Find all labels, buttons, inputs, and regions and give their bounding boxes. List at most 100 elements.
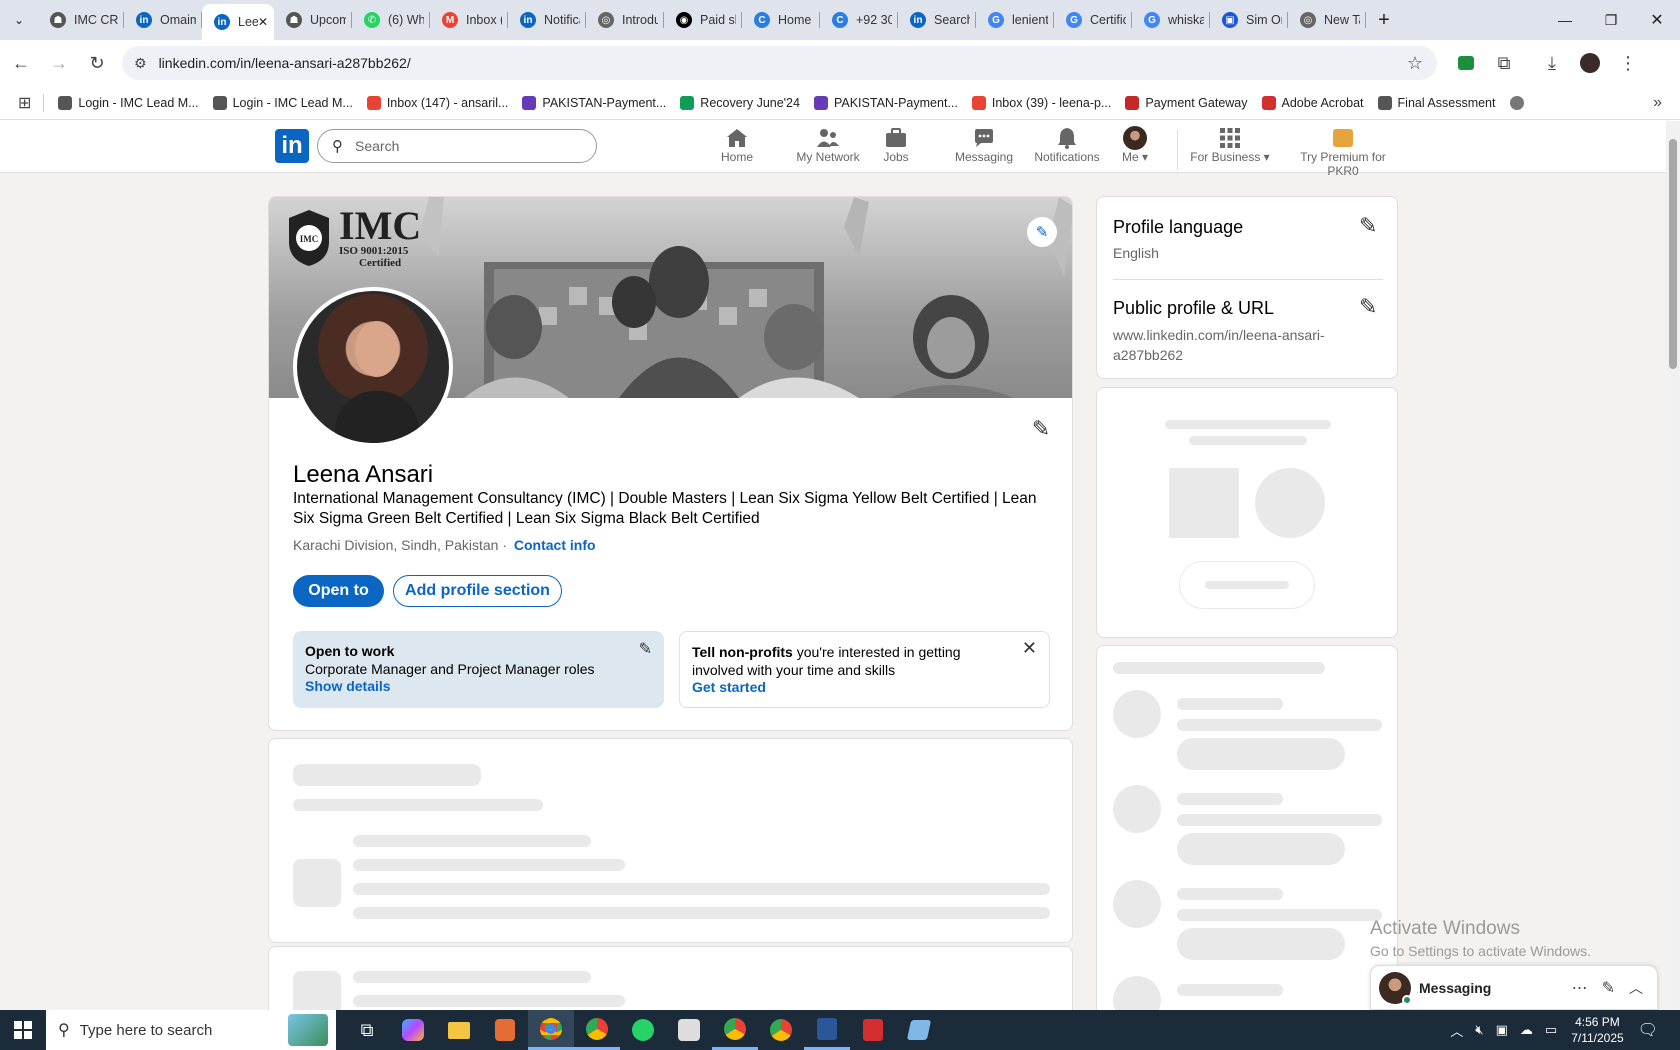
more-bookmarks-icon[interactable]: » <box>1653 94 1662 112</box>
browser-tab[interactable]: ✆ (6) WhatsApp <box>352 0 430 40</box>
clock-app-icon[interactable] <box>666 1010 712 1050</box>
nav-jobs[interactable]: Jobs <box>876 126 916 164</box>
task-view-icon[interactable]: ⧉ <box>344 1010 390 1050</box>
chrome-icon[interactable] <box>528 1010 574 1050</box>
close-window-button[interactable]: ✕ <box>1634 0 1680 40</box>
browser-tab[interactable]: in Notifications <box>508 0 586 40</box>
try-premium-link[interactable]: Try Premium for PKR0 <box>1283 126 1403 178</box>
new-tab-button[interactable]: + <box>1366 0 1402 40</box>
browser-tab[interactable]: C Home <box>742 0 820 40</box>
bookmark-item[interactable]: Inbox (147) - ansaril... <box>366 95 508 110</box>
browser-tab[interactable]: ◎ New Tab <box>1288 0 1366 40</box>
nav-home[interactable]: Home <box>712 126 762 164</box>
nav-messaging[interactable]: Messaging <box>942 126 1026 164</box>
browser-tab[interactable]: G Certificate <box>1054 0 1132 40</box>
tab-search-icon[interactable]: ⌄ <box>0 0 38 40</box>
chrome-icon[interactable] <box>574 1010 620 1050</box>
np-get-started-link[interactable]: Get started <box>692 679 1037 697</box>
scrollbar-thumb[interactable] <box>1669 139 1677 369</box>
notifications-icon[interactable]: 🗨︎ <box>1638 1020 1658 1040</box>
browser-tab[interactable]: M Inbox ( <box>430 0 508 40</box>
back-icon[interactable]: ← <box>4 46 38 80</box>
bookmark-item[interactable]: Login - IMC Lead M... <box>58 95 199 110</box>
bookmark-item[interactable]: Login - IMC Lead M... <box>212 95 353 110</box>
bookmark-star-icon[interactable]: ☆ <box>1407 53 1423 74</box>
copilot-icon[interactable] <box>390 1010 436 1050</box>
camera-icon[interactable]: ▣ <box>1496 1022 1508 1038</box>
clock[interactable]: 4:56 PM 7/11/2025 <box>1571 1014 1624 1046</box>
more-options-icon[interactable]: ⋯ <box>1572 978 1588 998</box>
chrome-icon[interactable] <box>712 1010 758 1050</box>
downloads-icon[interactable]: ⤓ <box>1535 46 1569 80</box>
browser-tab-active[interactable]: in Leena✕ <box>202 4 274 40</box>
network-icon[interactable]: ▭ <box>1545 1022 1557 1038</box>
notes-app-icon[interactable] <box>896 1010 942 1050</box>
tab-favicon-icon: G <box>1144 12 1160 28</box>
for-business-menu[interactable]: For Business ▾ <box>1188 126 1272 164</box>
minimize-button[interactable]: — <box>1542 0 1588 40</box>
profile-photo[interactable] <box>293 287 453 447</box>
compose-icon[interactable]: ✎ <box>1602 978 1615 998</box>
whatsapp-icon[interactable] <box>620 1010 666 1050</box>
bookmark-item[interactable]: Final Assessment <box>1377 95 1496 110</box>
start-button[interactable] <box>0 1010 46 1050</box>
linkedin-logo[interactable]: in <box>275 129 309 163</box>
otw-show-details-link[interactable]: Show details <box>305 678 652 696</box>
browser-tab[interactable]: Glenient <box>976 0 1054 40</box>
app-icon[interactable] <box>482 1010 528 1050</box>
cloud-icon[interactable]: ☁ <box>1520 1022 1533 1038</box>
file-explorer-icon[interactable] <box>436 1010 482 1050</box>
bookmark-item[interactable]: Adobe Acrobat <box>1261 95 1364 110</box>
nav-notifications[interactable]: Notifications <box>1018 126 1116 164</box>
search-input[interactable]: ⚲ Search <box>317 129 597 163</box>
extensions-icon[interactable]: ⧉ <box>1487 46 1521 80</box>
apps-grid-icon[interactable]: ⊞ <box>18 93 31 113</box>
bookmark-overflow-icon[interactable] <box>1509 95 1524 110</box>
bookmark-item[interactable]: Payment Gateway <box>1125 95 1248 110</box>
chrome-menu-icon[interactable]: ⋮ <box>1611 46 1645 80</box>
address-bar[interactable]: ⚙ linkedin.com/in/leena-ansari-a287bb262… <box>122 46 1437 80</box>
forward-icon[interactable]: → <box>42 46 76 80</box>
browser-tab[interactable]: ☗ IMC CRM <box>38 0 124 40</box>
profile-avatar[interactable] <box>1573 46 1607 80</box>
nav-my-network[interactable]: My Network <box>778 126 878 164</box>
edit-language-button[interactable]: ✎ <box>1359 213 1377 239</box>
browser-tab[interactable]: ◎ Introduction <box>586 0 664 40</box>
messaging-overlay[interactable]: Messaging ⋯ ✎ ︿ <box>1370 965 1658 1010</box>
tray-chevron-icon[interactable]: ︿ <box>1450 1021 1463 1040</box>
page-scrollbar[interactable] <box>1666 121 1680 1010</box>
bookmark-item[interactable]: PAKISTAN-Payment... <box>522 95 666 110</box>
taskbar-search[interactable]: ⚲ Type here to search <box>46 1010 336 1050</box>
chrome-icon[interactable] <box>758 1010 804 1050</box>
bookmark-item[interactable]: PAKISTAN-Payment... <box>813 95 958 110</box>
browser-tab[interactable]: ◉ Paid slip <box>664 0 742 40</box>
tab-favicon-icon: G <box>1066 12 1082 28</box>
close-tab-icon[interactable]: ✕ <box>258 15 268 29</box>
browser-tab[interactable]: ☗ Upcoming <box>274 0 352 40</box>
browser-tab[interactable]: Gwhiskas <box>1132 0 1210 40</box>
bookmark-item[interactable]: Recovery June'24 <box>680 95 800 110</box>
restore-button[interactable]: ❐ <box>1588 0 1634 40</box>
word-icon[interactable] <box>804 1010 850 1050</box>
chevron-up-icon[interactable]: ︿ <box>1629 978 1643 998</box>
acrobat-icon[interactable] <box>850 1010 896 1050</box>
edit-banner-button[interactable]: ✎ <box>1027 217 1057 247</box>
add-profile-section-button[interactable]: Add profile section <box>393 575 562 607</box>
edit-url-button[interactable]: ✎ <box>1359 294 1377 320</box>
extension-green-icon[interactable] <box>1449 46 1483 80</box>
site-info-icon[interactable]: ⚙ <box>134 55 147 72</box>
close-icon[interactable]: ✕ <box>1022 639 1037 658</box>
nav-me[interactable]: Me ▾ <box>1110 126 1160 164</box>
edit-intro-button[interactable]: ✎ <box>1023 411 1059 447</box>
otw-edit-icon[interactable]: ✎ <box>639 641 652 659</box>
open-to-button[interactable]: Open to <box>293 575 384 607</box>
browser-tab[interactable]: C +92 300 <box>820 0 898 40</box>
browser-tab[interactable]: ▣ Sim On <box>1210 0 1288 40</box>
open-to-work-card[interactable]: Open to work Corporate Manager and Proje… <box>293 631 664 708</box>
bookmark-item[interactable]: Inbox (39) - leena-p... <box>971 95 1111 110</box>
volume-muted-icon[interactable]: 🔇︎ <box>1475 1022 1483 1038</box>
browser-tab[interactable]: in Omaima <box>124 0 202 40</box>
reload-icon[interactable]: ↻ <box>80 46 114 80</box>
browser-tab[interactable]: in Search <box>898 0 976 40</box>
contact-info-link[interactable]: Contact info <box>514 537 596 553</box>
